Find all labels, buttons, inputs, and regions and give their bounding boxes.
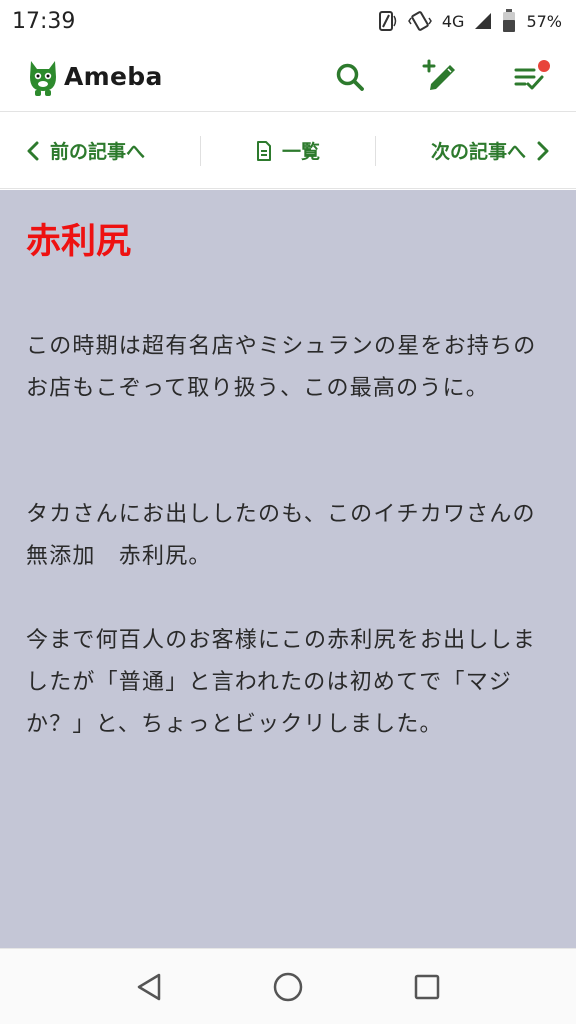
status-bar: 17:39 4G 57% xyxy=(0,0,576,42)
network-type: 4G xyxy=(441,11,465,31)
article-list-label: 一覧 xyxy=(281,141,320,163)
article-paragraph: 今まで何百人のお客様にこの赤利尻をお出ししましたが「普通」と言われたのは初めてで… xyxy=(26,628,536,737)
prev-article-link[interactable]: 前の記事へ xyxy=(0,131,200,171)
search-icon xyxy=(336,63,364,91)
system-nav-bar xyxy=(0,948,576,1024)
recents-button[interactable] xyxy=(407,967,447,1007)
back-triangle-icon xyxy=(138,973,161,1000)
article-paragraph: この時期は超有名店やミシュランの星をお持ちのお店もこぞって取り扱う、この最高のう… xyxy=(26,334,537,401)
search-button[interactable] xyxy=(330,57,370,97)
prev-article-label: 前の記事へ xyxy=(50,141,146,163)
battery-percent: 57% xyxy=(526,11,562,31)
ameba-logo[interactable]: Ameba xyxy=(26,57,163,97)
signal-icon xyxy=(475,13,492,29)
pen-plus-icon xyxy=(422,59,455,90)
vibrate-icon xyxy=(407,11,432,31)
next-article-link[interactable]: 次の記事へ xyxy=(376,131,576,171)
article-content: 赤利尻 この時期は超有名店やミシュランの星をお持ちのお店もこぞって取り扱う、この… xyxy=(0,190,576,948)
write-post-button[interactable] xyxy=(420,57,460,97)
document-icon xyxy=(256,140,271,161)
back-button[interactable] xyxy=(129,967,169,1007)
article-paragraph: タカさんにお出ししたのも、このイチカワさんの無添加 赤利尻。 xyxy=(26,502,536,569)
logo-text: Ameba xyxy=(64,62,163,91)
app-header: Ameba xyxy=(0,42,576,112)
home-button[interactable] xyxy=(268,967,308,1007)
article-nav: 前の記事へ 一覧 次の記事へ xyxy=(0,113,576,189)
article-list-link[interactable]: 一覧 xyxy=(201,131,375,171)
ameba-mascot-icon xyxy=(30,60,56,96)
chevron-left-icon xyxy=(27,141,39,160)
nfc-icon xyxy=(378,11,397,31)
notification-badge xyxy=(538,59,550,72)
header-actions xyxy=(330,57,550,97)
reader-feed-button[interactable] xyxy=(510,57,550,97)
status-icons: 4G 57% xyxy=(378,9,562,33)
home-circle-icon xyxy=(273,972,303,1001)
recents-square-icon xyxy=(414,974,439,999)
chevron-right-icon xyxy=(537,141,549,160)
article-title: 赤利尻 xyxy=(26,222,132,262)
next-article-label: 次の記事へ xyxy=(430,141,526,163)
status-time: 17:39 xyxy=(12,8,76,34)
battery-icon xyxy=(503,9,516,32)
